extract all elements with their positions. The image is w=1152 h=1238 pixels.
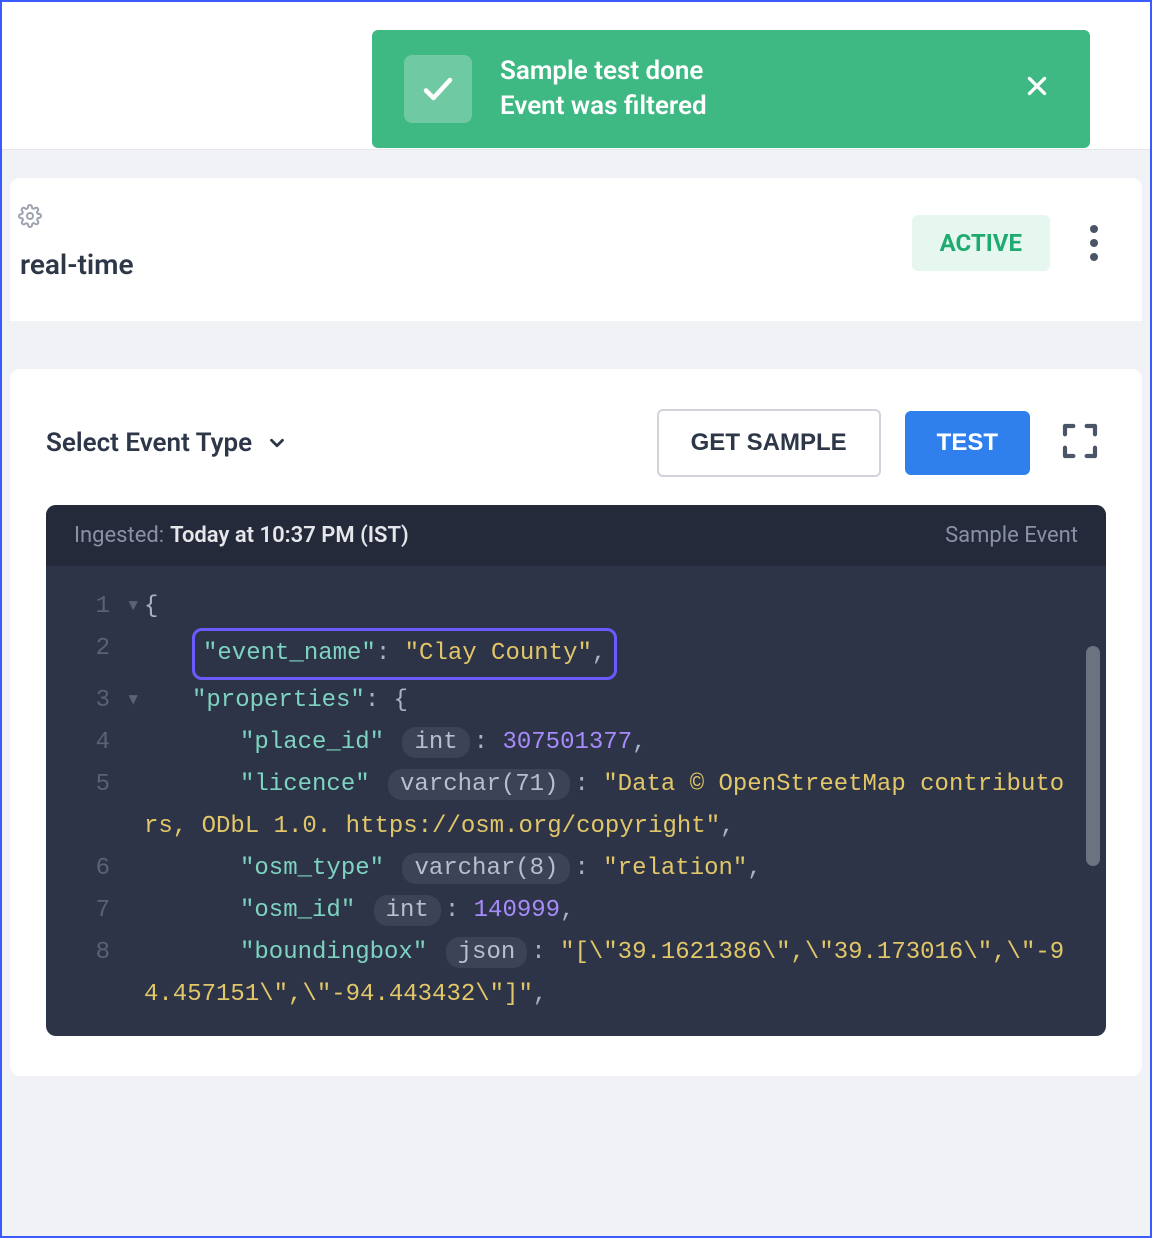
code-header: Ingested: Today at 10:37 PM (IST) Sample… <box>46 505 1106 566</box>
toast-title: Sample test done <box>500 54 1016 89</box>
line-number: 7 <box>46 890 126 932</box>
line-number: 1 <box>46 586 126 628</box>
code-body[interactable]: 1▾ { 2 "event_name": "Clay County", 3▾ "… <box>46 566 1106 1036</box>
line-number: 4 <box>46 722 126 764</box>
toast-text: Sample test done Event was filtered <box>500 54 1016 124</box>
close-icon[interactable] <box>1016 65 1058 114</box>
type-pill: varchar(71) <box>388 769 570 800</box>
line-number: 8 <box>46 932 126 974</box>
line-number: 3 <box>46 680 126 722</box>
more-menu-icon[interactable] <box>1082 217 1106 269</box>
status-badge: ACTIVE <box>912 215 1050 271</box>
line-number: 6 <box>46 848 126 890</box>
page-title: real-time <box>20 248 134 281</box>
select-event-label: Select Event Type <box>46 428 252 458</box>
check-icon <box>404 55 472 123</box>
toast-subtitle: Event was filtered <box>500 89 1016 124</box>
panel-toolbar: Select Event Type GET SAMPLE TEST <box>46 409 1106 477</box>
fold-caret-icon[interactable]: ▾ <box>126 586 144 628</box>
get-sample-button[interactable]: GET SAMPLE <box>657 409 881 477</box>
type-pill: int <box>402 727 469 758</box>
chevron-down-icon <box>266 432 288 454</box>
event-panel: Select Event Type GET SAMPLE TEST Ingest… <box>10 369 1142 1076</box>
sample-event-label: Sample Event <box>945 523 1078 548</box>
type-pill: int <box>374 895 441 926</box>
fold-caret-icon[interactable]: ▾ <box>126 680 144 722</box>
gear-icon <box>18 204 134 232</box>
type-pill: varchar(8) <box>402 853 570 884</box>
test-button[interactable]: TEST <box>905 411 1030 475</box>
code-block: Ingested: Today at 10:37 PM (IST) Sample… <box>46 505 1106 1036</box>
line-number: 5 <box>46 764 126 806</box>
scrollbar[interactable] <box>1086 646 1100 866</box>
select-event-type[interactable]: Select Event Type <box>46 428 288 458</box>
expand-icon[interactable] <box>1054 415 1106 471</box>
line-number: 2 <box>46 628 126 670</box>
toast-notification: Sample test done Event was filtered <box>372 30 1090 148</box>
highlighted-line: "event_name": "Clay County", <box>192 628 617 680</box>
ingested-label: Ingested: <box>74 523 164 548</box>
ingested-time: Today at 10:37 PM (IST) <box>170 523 409 548</box>
type-pill: json <box>446 937 528 968</box>
pipeline-header: real-time ACTIVE <box>10 178 1142 321</box>
